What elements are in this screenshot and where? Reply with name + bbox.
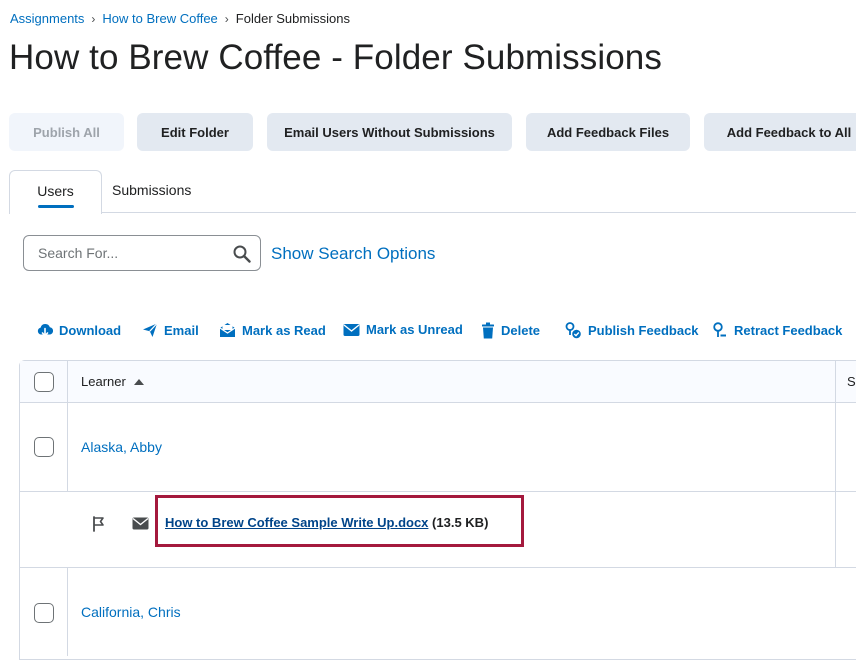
tabs-divider — [100, 212, 856, 213]
download-icon — [37, 324, 53, 338]
email-label: Email — [164, 322, 199, 338]
mark-as-unread-action[interactable]: Mark as Unread — [343, 322, 463, 337]
tab-users[interactable]: Users — [9, 170, 102, 214]
breadcrumb-separator: › — [91, 11, 96, 26]
breadcrumb-separator: › — [224, 11, 229, 26]
search-box — [23, 235, 261, 271]
learner-column-header[interactable]: Learner — [81, 374, 144, 389]
row-divider — [20, 491, 856, 492]
search-input[interactable] — [36, 244, 230, 262]
retract-feedback-icon — [713, 322, 726, 337]
trash-icon — [482, 322, 494, 339]
learner-header-label: Learner — [81, 374, 126, 389]
breadcrumb-how-to-brew-coffee[interactable]: How to Brew Coffee — [102, 11, 217, 26]
mark-as-read-label: Mark as Read — [242, 322, 326, 338]
next-column-header: S — [847, 374, 856, 389]
publish-feedback-icon — [565, 322, 581, 339]
send-icon — [143, 323, 158, 337]
add-feedback-files-button[interactable]: Add Feedback Files — [526, 113, 690, 151]
download-label: Download — [59, 322, 122, 338]
email-users-without-submissions-button[interactable]: Email Users Without Submissions — [267, 113, 512, 151]
retract-feedback-label: Retract Feedback — [734, 323, 843, 338]
breadcrumb: Assignments › How to Brew Coffee › Folde… — [10, 11, 350, 26]
select-all-checkbox[interactable] — [34, 372, 54, 392]
email-action[interactable]: Email — [142, 322, 199, 338]
mark-as-read-action[interactable]: Mark as Read — [219, 322, 326, 338]
row-checkbox[interactable] — [34, 437, 54, 457]
search-icon[interactable] — [233, 245, 251, 263]
download-action[interactable]: Download — [37, 322, 121, 338]
page-title: How to Brew Coffee - Folder Submissions — [9, 38, 662, 77]
add-feedback-to-all-button[interactable]: Add Feedback to All — [704, 113, 856, 151]
retract-feedback-action[interactable]: Retract Feedback — [712, 322, 842, 339]
delete-label: Delete — [501, 323, 541, 338]
column-divider — [67, 567, 68, 656]
breadcrumb-assignments[interactable]: Assignments — [10, 11, 84, 26]
learner-link[interactable]: Alaska, Abby — [81, 439, 162, 455]
tab-submissions[interactable]: Submissions — [112, 182, 191, 198]
learner-link[interactable]: California, Chris — [81, 604, 181, 620]
mark-as-unread-label: Mark as Unread — [366, 322, 463, 337]
publish-all-button[interactable]: Publish All — [9, 113, 124, 151]
table-header — [20, 361, 856, 402]
publish-feedback-label: Publish Feedback — [588, 323, 699, 338]
mail-unread-icon — [343, 323, 360, 336]
column-divider — [835, 361, 836, 567]
row-checkbox[interactable] — [34, 603, 54, 623]
tab-users-label: Users — [37, 183, 74, 199]
edit-folder-button[interactable]: Edit Folder — [137, 113, 253, 151]
flag-icon[interactable] — [92, 516, 106, 532]
show-search-options-link[interactable]: Show Search Options — [271, 244, 435, 264]
publish-feedback-action[interactable]: Publish Feedback — [565, 322, 699, 339]
tab-selected-indicator — [38, 205, 74, 208]
mark-read-icon — [219, 323, 236, 337]
breadcrumb-current: Folder Submissions — [235, 11, 350, 26]
column-divider — [67, 361, 68, 492]
highlight-annotation — [155, 495, 524, 547]
row-divider — [20, 567, 856, 568]
row-divider — [20, 402, 856, 403]
mail-icon[interactable] — [132, 517, 149, 530]
sort-ascending-icon — [133, 378, 144, 385]
delete-action[interactable]: Delete — [481, 322, 540, 339]
